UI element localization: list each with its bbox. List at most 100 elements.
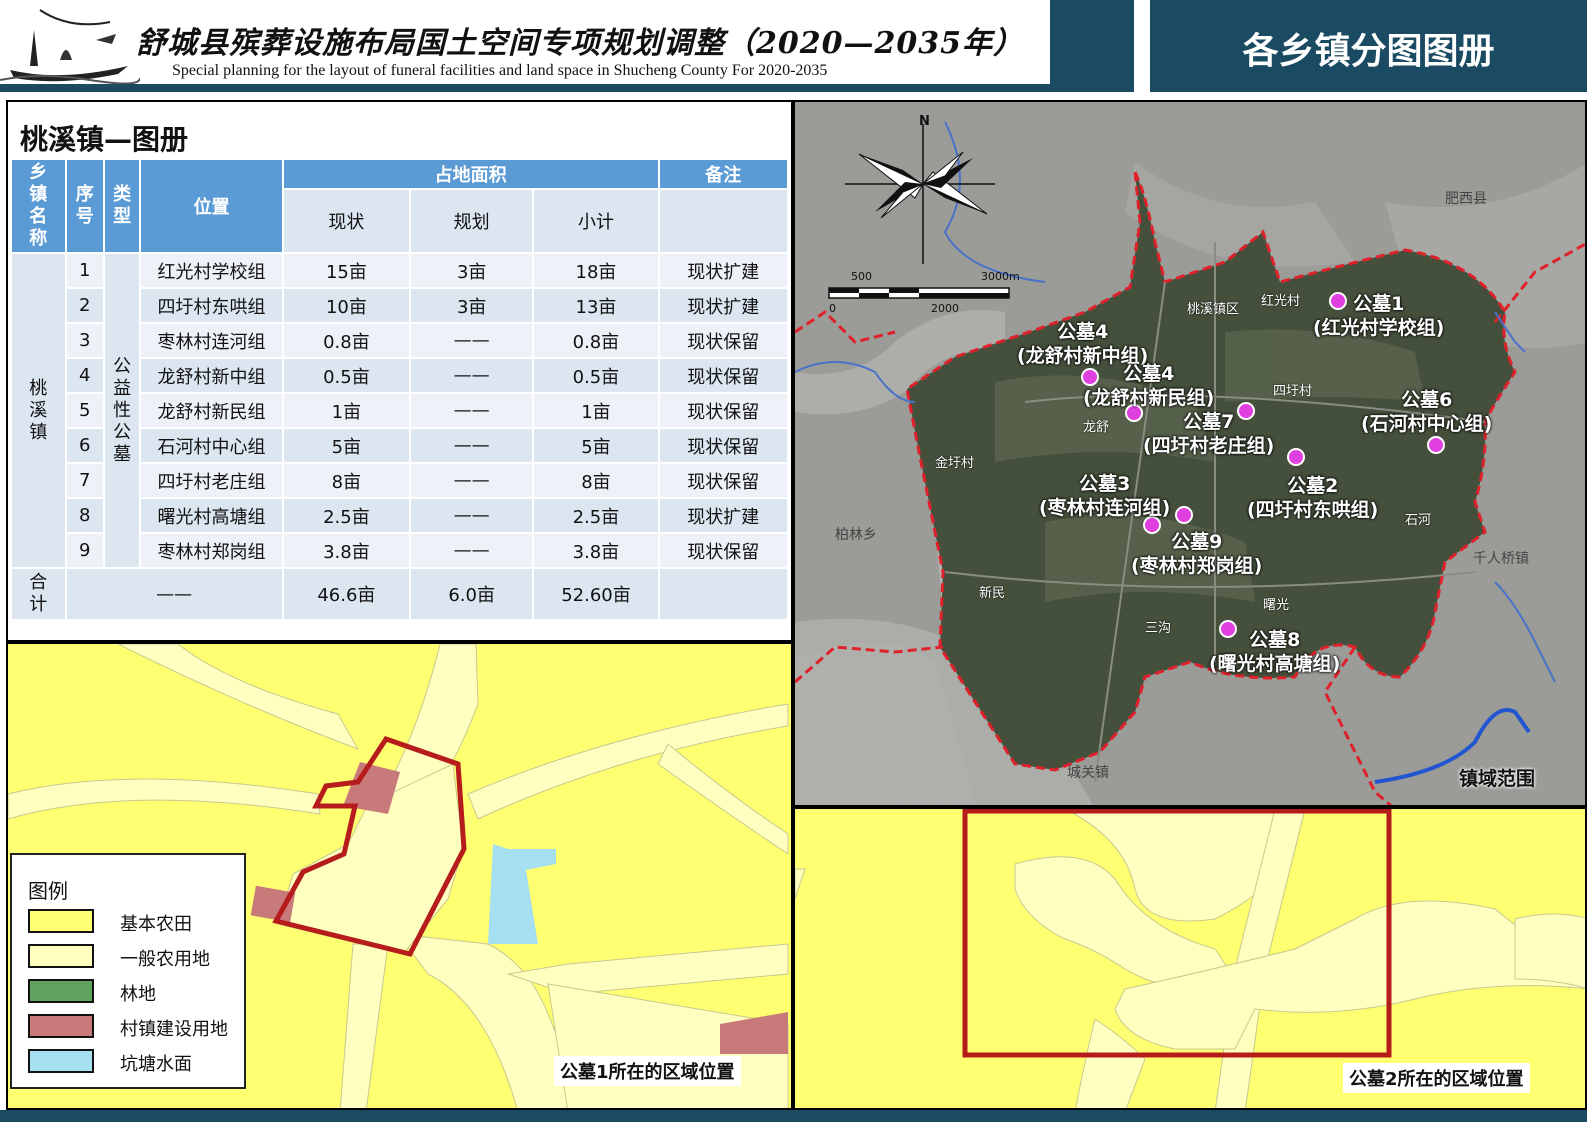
legend-label: 基本农田	[120, 914, 192, 935]
total-note	[657, 567, 790, 621]
header-type: 类型	[102, 158, 142, 254]
row-subtotal: 5亩	[532, 427, 660, 464]
north-label: N	[919, 114, 930, 129]
row-location: 四圩村老庄组	[139, 462, 284, 499]
place-jinxu: 金圩村	[935, 456, 975, 471]
row-note: 现状保留	[657, 462, 790, 499]
row-note: 现状保留	[657, 357, 790, 394]
header-town: 乡镇名称	[10, 158, 67, 254]
scale-top-left: 500	[851, 270, 872, 283]
total-current: 46.6亩	[281, 567, 412, 621]
place-sangou: 三沟	[1145, 621, 1172, 636]
row-current: 2.5亩	[281, 497, 412, 534]
row-index: 2	[64, 287, 105, 324]
header-divider	[1134, 0, 1150, 86]
row-subtotal: 8亩	[532, 462, 660, 499]
row-note: 现状保留	[657, 322, 790, 359]
row-planned: ——	[409, 322, 535, 359]
row-planned: ——	[409, 462, 535, 499]
header-planned: 规划	[409, 188, 535, 254]
page-title: 舒城县殡葬设施布局国土空间专项规划调整（2020—2035年）	[136, 26, 1024, 61]
row-subtotal: 18亩	[532, 252, 660, 289]
cemetery2-site-map: 公墓2所在的区域位置	[793, 807, 1587, 1110]
header-note-blank	[657, 188, 790, 254]
row-location: 龙舒村新中组	[139, 357, 284, 394]
panel-title: 桃溪镇—图册	[20, 123, 189, 156]
place-xinmin: 新民	[979, 586, 1006, 601]
neighbor-chengguan: 城关镇	[1067, 765, 1109, 781]
neighbor-feixi: 肥西县	[1445, 191, 1487, 207]
total-subtotal: 52.60亩	[532, 567, 660, 621]
row-subtotal: 1亩	[532, 392, 660, 429]
atlas-title: 各乡镇分图图册	[1242, 31, 1495, 72]
legend-swatch	[28, 1014, 94, 1038]
town-boundary-map: N 500 3000m 0 2000 桃溪镇区 红光村 四圩村 龙舒 金圩村 石…	[793, 100, 1587, 807]
header-area: 占地面积	[281, 158, 660, 190]
table-body: 桃溪镇 1 公益性公墓 红光村学校组 15亩 3亩 18亩 现状扩建 2 四圩村东哄组 10亩 3亩 1…	[10, 252, 790, 569]
row-index: 6	[64, 427, 105, 464]
legend-swatch	[28, 979, 94, 1003]
row-note: 现状扩建	[657, 287, 790, 324]
legend-swatch	[28, 944, 94, 968]
map1-caption: 公墓1所在的区域位置	[554, 1056, 741, 1086]
row-planned: ——	[409, 392, 535, 429]
row-planned: ——	[409, 427, 535, 464]
row-current: 0.5亩	[281, 357, 412, 394]
row-subtotal: 13亩	[532, 287, 660, 324]
table-row: 桃溪镇 1 公益性公墓 红光村学校组 15亩 3亩 18亩 现状扩建	[10, 252, 790, 569]
row-planned: ——	[409, 532, 535, 569]
row-current: 1亩	[281, 392, 412, 429]
neighbor-qianren: 千人桥镇	[1473, 551, 1529, 567]
row-note: 现状保留	[657, 532, 790, 569]
header-subtotal: 小计	[532, 188, 660, 254]
total-planned: 6.0亩	[409, 567, 535, 621]
row-current: 15亩	[281, 252, 412, 289]
header-location: 位置	[139, 158, 284, 254]
row-current: 0.8亩	[281, 322, 412, 359]
row-location: 四圩村东哄组	[139, 287, 284, 324]
row-planned: 3亩	[409, 252, 535, 289]
footer-bar	[0, 1110, 1587, 1122]
legend-label: 林地	[120, 984, 156, 1005]
cemetery-marker[interactable]	[1427, 436, 1445, 454]
row-index: 5	[64, 392, 105, 429]
row-location: 枣林村郑岗组	[139, 532, 284, 569]
legend: 图例 基本农田 一般农用地 林地 村镇建设用地 坑塘水面	[10, 853, 246, 1089]
legend-label: 坑塘水面	[120, 1054, 192, 1075]
row-index: 1	[64, 252, 105, 289]
row-location: 龙舒村新民组	[139, 392, 284, 429]
row-subtotal: 0.8亩	[532, 322, 660, 359]
row-index: 7	[64, 462, 105, 499]
row-location: 石河村中心组	[139, 427, 284, 464]
total-dash: ——	[64, 567, 284, 621]
scale-top-right: 3000m	[981, 270, 1020, 283]
row-note: 现状扩建	[657, 252, 790, 289]
row-index: 8	[64, 497, 105, 534]
row-note: 现状保留	[657, 392, 790, 429]
row-current: 5亩	[281, 427, 412, 464]
legend-title: 图例	[28, 879, 68, 903]
row-subtotal: 0.5亩	[532, 357, 660, 394]
cemetery-label: 公墓1 (红光村学校组)	[1313, 293, 1445, 339]
header-note: 备注	[657, 158, 790, 190]
boat-logo-icon	[0, 9, 140, 85]
cemetery-marker[interactable]	[1175, 506, 1193, 524]
row-location: 枣林村连河组	[139, 322, 284, 359]
page-subtitle: Special planning for the layout of funer…	[172, 62, 828, 79]
header-index: 序号	[64, 158, 105, 254]
cemetery-label: 公墓4 (龙舒村新民组)	[1083, 363, 1215, 409]
row-subtotal: 2.5亩	[532, 497, 660, 534]
row-index: 9	[64, 532, 105, 569]
north-arrow-icon	[845, 124, 995, 264]
town-cell: 桃溪镇	[10, 252, 67, 569]
type-cell: 公益性公墓	[102, 252, 142, 569]
cemetery-label: 公墓4 (龙舒村新中组)	[1017, 321, 1149, 367]
row-subtotal: 3.8亩	[532, 532, 660, 569]
cemetery-label: 公墓3 (枣林村连河组)	[1039, 473, 1171, 519]
row-note: 现状保留	[657, 427, 790, 464]
cemetery-label: 公墓8 (曙光村高塘组)	[1209, 629, 1341, 675]
neighbor-bailin: 柏林乡	[835, 527, 877, 543]
cemetery-label: 公墓6 (石河村中心组)	[1361, 389, 1493, 435]
cemetery-marker[interactable]	[1287, 448, 1305, 466]
cemetery-label: 公墓2 (四圩村东哄组)	[1247, 475, 1379, 521]
